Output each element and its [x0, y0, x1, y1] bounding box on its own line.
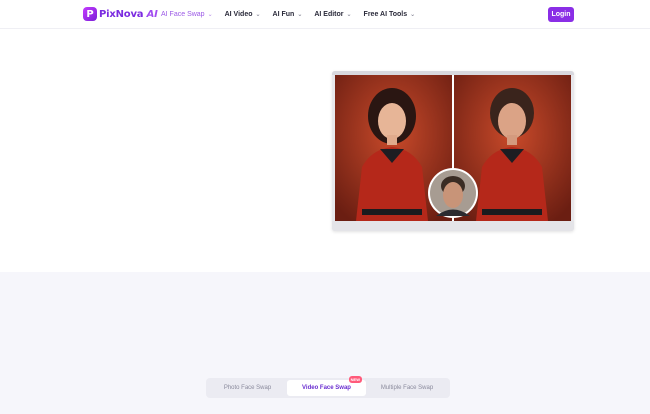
brand-logo[interactable]: P PixNova AI [83, 7, 158, 21]
tab-video-face-swap[interactable]: Video Face Swap NEW [287, 376, 366, 396]
face-swap-preview [332, 71, 574, 231]
chevron-down-icon: ⌄ [207, 11, 213, 18]
nav-item-ai-face-swap[interactable]: AI Face Swap ⌄ [161, 11, 213, 18]
brand-ai-suffix: AI [146, 8, 158, 20]
face-swap-tabs: Photo Face Swap Video Face Swap NEW Mult… [206, 376, 450, 398]
tab-multiple-face-swap[interactable]: Multiple Face Swap [366, 380, 448, 396]
face-swap-illustration [332, 71, 574, 231]
login-button[interactable]: Login [548, 7, 574, 22]
brand-name-text: PixNova [99, 8, 144, 20]
chevron-down-icon: ⌄ [255, 11, 261, 18]
logo-icon: P [83, 7, 97, 21]
nav-item-label: AI Editor [314, 11, 344, 18]
brand-name: PixNova AI [99, 9, 158, 20]
tab-label: Video Face Swap [302, 385, 351, 391]
top-header: P PixNova AI AI Face Swap ⌄ AI Video ⌄ A… [0, 0, 650, 29]
new-badge: NEW [348, 376, 362, 383]
chevron-down-icon: ⌄ [410, 11, 416, 18]
nav-item-label: AI Face Swap [161, 11, 205, 18]
source-face-thumbnail [428, 168, 478, 218]
tab-photo-face-swap[interactable]: Photo Face Swap [208, 380, 287, 396]
chevron-down-icon: ⌄ [297, 11, 303, 18]
tab-label: Multiple Face Swap [380, 385, 434, 391]
nav-item-ai-video[interactable]: AI Video ⌄ [225, 11, 261, 18]
nav-item-ai-fun[interactable]: AI Fun ⌄ [273, 11, 303, 18]
nav-item-label: Free AI Tools [363, 11, 408, 18]
nav-item-ai-editor[interactable]: AI Editor ⌄ [314, 11, 351, 18]
chevron-down-icon: ⌄ [346, 11, 352, 18]
nav-item-label: AI Fun [272, 11, 295, 18]
nav-item-label: AI Video [224, 11, 253, 18]
tab-label: Photo Face Swap [223, 385, 272, 391]
main-nav: AI Face Swap ⌄ AI Video ⌄ AI Fun ⌄ AI Ed… [161, 0, 427, 29]
nav-item-free-ai-tools[interactable]: Free AI Tools ⌄ [364, 11, 416, 18]
